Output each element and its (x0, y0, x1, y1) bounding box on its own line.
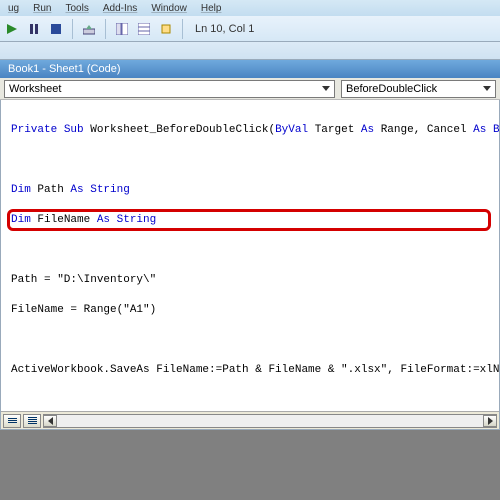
design-mode-icon[interactable] (81, 21, 97, 37)
stop-icon[interactable] (48, 21, 64, 37)
view-split-bar (1, 411, 499, 429)
menu-run[interactable]: Run (33, 3, 51, 14)
code-blank (11, 153, 495, 168)
horizontal-scrollbar[interactable] (43, 414, 497, 428)
code-line: Path = "D:\Inventory\" (11, 273, 495, 288)
code-editor[interactable]: Private Sub Worksheet_BeforeDoubleClick(… (0, 100, 500, 430)
dropdown-row: Worksheet BeforeDoubleClick (0, 78, 500, 100)
code-line: Dim Path As String (11, 183, 495, 198)
code-line: Dim FileName As String (11, 213, 495, 228)
code-blank (11, 333, 495, 348)
code-blank (11, 393, 495, 408)
object-dropdown-value: Worksheet (9, 83, 61, 95)
properties-icon[interactable] (136, 21, 152, 37)
run-icon[interactable] (4, 21, 20, 37)
pause-icon[interactable] (26, 21, 42, 37)
toolbar-spacer (0, 42, 500, 60)
menu-addins[interactable]: Add-Ins (103, 3, 137, 14)
toolbar: Ln 10, Col 1 (0, 16, 500, 42)
code-line: Private Sub Worksheet_BeforeDoubleClick(… (11, 123, 495, 138)
menu-help[interactable]: Help (201, 3, 222, 14)
code-window-title: Book1 - Sheet1 (Code) (0, 60, 500, 78)
code-line: FileName = Range("A1") (11, 303, 495, 318)
chevron-down-icon (483, 86, 491, 91)
separator (72, 19, 73, 39)
object-dropdown[interactable]: Worksheet (4, 80, 335, 98)
menu-debug[interactable]: ug (8, 3, 19, 14)
cursor-position: Ln 10, Col 1 (191, 23, 254, 35)
full-module-view-button[interactable] (23, 414, 41, 428)
procedure-view-button[interactable] (3, 414, 21, 428)
code-line-highlighted: ActiveWorkbook.SaveAs FileName:=Path & F… (11, 363, 495, 378)
scroll-right-icon[interactable] (483, 415, 497, 427)
menu-bar: ug Run Tools Add-Ins Window Help (0, 0, 500, 16)
separator (105, 19, 106, 39)
procedure-dropdown[interactable]: BeforeDoubleClick (341, 80, 496, 98)
chevron-down-icon (322, 86, 330, 91)
code-blank (11, 243, 495, 258)
scroll-left-icon[interactable] (43, 415, 57, 427)
menu-tools[interactable]: Tools (65, 3, 88, 14)
object-browser-icon[interactable] (158, 21, 174, 37)
procedure-dropdown-value: BeforeDoubleClick (346, 83, 437, 95)
separator (182, 19, 183, 39)
menu-window[interactable]: Window (151, 3, 187, 14)
project-explorer-icon[interactable] (114, 21, 130, 37)
